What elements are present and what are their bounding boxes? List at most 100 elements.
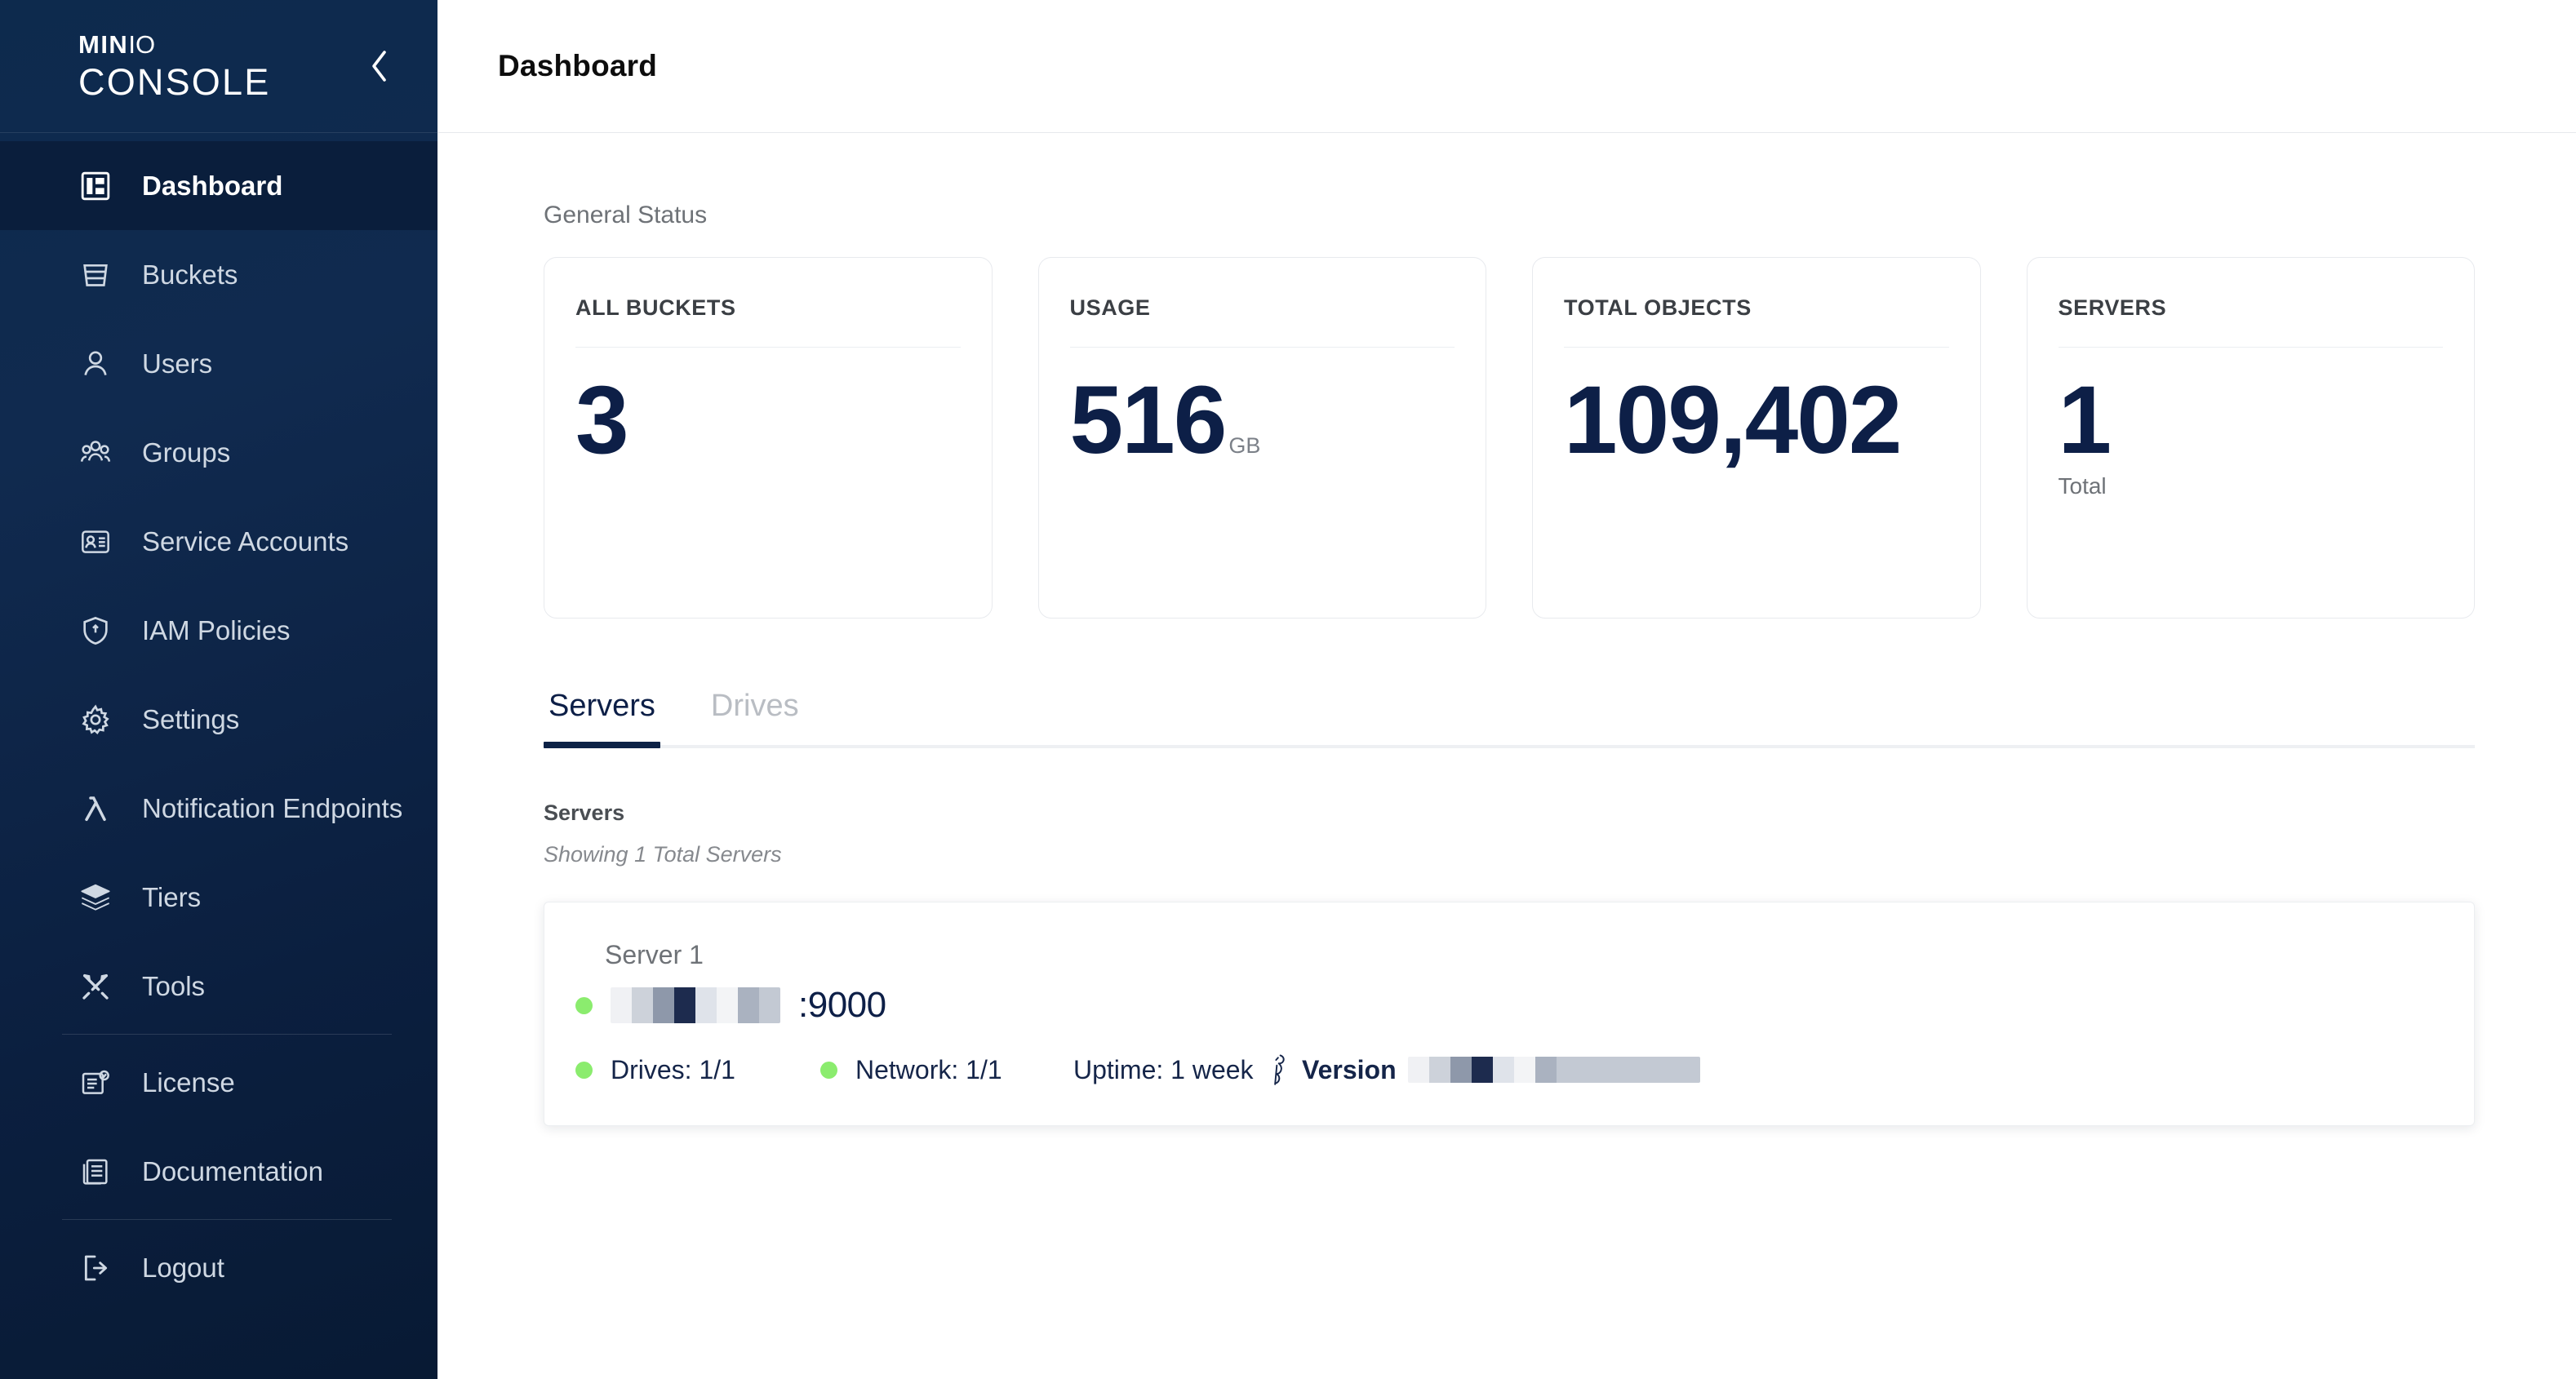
sidebar-item-label: Buckets bbox=[142, 259, 238, 290]
sidebar-item-users[interactable]: Users bbox=[0, 319, 437, 408]
chevron-left-icon bbox=[366, 47, 392, 85]
app-root: MINIO CONSOLE Dashboard Buckets Users Gr… bbox=[0, 0, 2576, 1379]
sidebar-item-dashboard[interactable]: Dashboard bbox=[0, 141, 437, 230]
stat-card-value: 3 bbox=[575, 366, 629, 474]
stat-card-body: 516 GB bbox=[1070, 348, 1455, 480]
tools-icon bbox=[78, 969, 113, 1004]
sidebar: MINIO CONSOLE Dashboard Buckets Users Gr… bbox=[0, 0, 437, 1379]
sidebar-item-label: Notification Endpoints bbox=[142, 792, 403, 823]
general-status-label: General Status bbox=[544, 202, 708, 228]
logo-console-text: CONSOLE bbox=[78, 61, 271, 103]
stat-card-unit: GB bbox=[1228, 433, 1261, 458]
sidebar-item-label: Logout bbox=[142, 1252, 224, 1283]
stat-card-value: 516 bbox=[1069, 366, 1228, 474]
sidebar-item-label: Tiers bbox=[142, 881, 202, 912]
sidebar-divider bbox=[62, 1034, 392, 1035]
uptime-label: Uptime: 1 week bbox=[1073, 1054, 1254, 1084]
stat-card-body: 1 bbox=[2059, 348, 2444, 480]
sidebar-item-service-accounts[interactable]: Service Accounts bbox=[0, 497, 437, 586]
stat-card-value: 1 bbox=[2058, 366, 2112, 474]
bucket-icon bbox=[78, 258, 113, 292]
server-version: Version bbox=[1269, 1053, 1700, 1086]
stat-card-value: 109,402 bbox=[1564, 366, 1903, 474]
minio-bird-icon bbox=[1269, 1053, 1290, 1086]
minio-console-logo: MINIO CONSOLE bbox=[78, 32, 270, 100]
sidebar-item-tiers[interactable]: Tiers bbox=[0, 853, 437, 942]
sidebar-item-groups[interactable]: Groups bbox=[0, 408, 437, 497]
stat-card-title: ALL BUCKETS bbox=[575, 295, 736, 320]
sidebar-item-iam-policies[interactable]: IAM Policies bbox=[0, 586, 437, 675]
drives-status-dot bbox=[575, 1061, 593, 1079]
stat-card-total-objects[interactable]: TOTAL OBJECTS 109,402 bbox=[1532, 257, 1981, 619]
tab-drives[interactable]: Drives bbox=[706, 689, 804, 745]
server-version-redacted bbox=[1407, 1057, 1700, 1083]
sidebar-item-logout[interactable]: Logout bbox=[0, 1223, 437, 1312]
stat-card-servers[interactable]: SERVERS 1 Total bbox=[2026, 257, 2475, 619]
dashboard-icon bbox=[78, 169, 113, 203]
server-name: Server 1 bbox=[605, 940, 704, 969]
sidebar-item-license[interactable]: License bbox=[0, 1038, 437, 1127]
sidebar-item-label: Tools bbox=[142, 970, 206, 1001]
stat-card-title: TOTAL OBJECTS bbox=[1564, 295, 1752, 320]
sidebar-header: MINIO CONSOLE bbox=[0, 0, 437, 133]
sidebar-divider bbox=[62, 1219, 392, 1220]
stat-card-usage[interactable]: USAGE 516 GB bbox=[1037, 257, 1486, 619]
sidebar-item-label: Settings bbox=[142, 703, 240, 734]
gear-icon bbox=[78, 703, 113, 737]
sidebar-item-buckets[interactable]: Buckets bbox=[0, 230, 437, 319]
stat-card-body: 109,402 bbox=[1564, 348, 1949, 480]
main-content: General Status ALL BUCKETS 3 USAGE 516 GB bbox=[437, 133, 2576, 1379]
stat-card-title: USAGE bbox=[1069, 295, 1151, 320]
sidebar-item-documentation[interactable]: Documentation bbox=[0, 1127, 437, 1216]
server-uptime: Uptime: 1 week bbox=[1073, 1055, 1269, 1085]
sidebar-item-label: Dashboard bbox=[142, 170, 283, 201]
lambda-icon bbox=[78, 791, 113, 826]
license-document-icon bbox=[78, 1066, 113, 1100]
layers-icon bbox=[78, 880, 113, 915]
server-drives: Drives: 1/1 bbox=[575, 1055, 820, 1085]
version-label: Version bbox=[1302, 1054, 1397, 1084]
sidebar-item-label: Service Accounts bbox=[142, 525, 349, 556]
groups-icon bbox=[78, 436, 113, 470]
sidebar-item-label: IAM Policies bbox=[142, 614, 291, 645]
id-card-icon bbox=[78, 525, 113, 559]
network-label: Network: 1/1 bbox=[855, 1054, 1002, 1084]
server-status-dot bbox=[575, 996, 593, 1014]
sidebar-item-notification-endpoints[interactable]: Notification Endpoints bbox=[0, 764, 437, 853]
servers-panel-title: Servers bbox=[544, 800, 625, 825]
stat-card-title: SERVERS bbox=[2058, 295, 2167, 320]
sidebar-item-label: Users bbox=[142, 348, 213, 379]
sidebar-item-label: Documentation bbox=[142, 1155, 323, 1186]
stat-card-body: 3 bbox=[575, 348, 961, 480]
top-bar: Dashboard bbox=[437, 0, 2576, 133]
shield-icon bbox=[78, 614, 113, 648]
sidebar-item-settings[interactable]: Settings bbox=[0, 675, 437, 764]
server-host-row: :9000 bbox=[575, 985, 2430, 1026]
server-list-item[interactable]: Server 1 :9000 Drives: 1/1 Network: 1/1 bbox=[544, 902, 2475, 1126]
server-meta-row: Drives: 1/1 Network: 1/1 Uptime: 1 week bbox=[575, 1053, 2430, 1086]
user-icon bbox=[78, 347, 113, 381]
server-host-redacted bbox=[611, 987, 780, 1023]
stat-cards: ALL BUCKETS 3 USAGE 516GB TOTAL OBJECTS bbox=[498, 257, 2475, 619]
sidebar-item-label: Groups bbox=[142, 437, 231, 468]
logout-icon bbox=[78, 1251, 113, 1285]
tabs-container: Servers Drives bbox=[498, 619, 2475, 748]
tab-bar: Servers Drives bbox=[544, 689, 2475, 748]
page-title: Dashboard bbox=[498, 49, 658, 82]
main-area: Dashboard General Status ALL BUCKETS 3 U… bbox=[437, 0, 2576, 1379]
sidebar-item-tools[interactable]: Tools bbox=[0, 942, 437, 1031]
servers-panel-subtitle: Showing 1 Total Servers bbox=[544, 842, 782, 867]
sidebar-item-label: License bbox=[142, 1066, 235, 1097]
logo-minio-text: MINIO bbox=[78, 30, 156, 59]
server-network: Network: 1/1 bbox=[820, 1055, 1073, 1085]
network-status-dot bbox=[820, 1061, 837, 1079]
stat-card-all-buckets[interactable]: ALL BUCKETS 3 bbox=[544, 257, 993, 619]
servers-panel-header: Servers Showing 1 Total Servers bbox=[498, 748, 2475, 867]
stat-card-subtitle: Total bbox=[2058, 472, 2107, 499]
drives-label: Drives: 1/1 bbox=[611, 1054, 735, 1084]
server-port: :9000 bbox=[798, 985, 886, 1025]
documentation-icon bbox=[78, 1155, 113, 1189]
sidebar-nav: Dashboard Buckets Users Groups Service A… bbox=[0, 133, 437, 1379]
tab-servers[interactable]: Servers bbox=[544, 689, 660, 748]
sidebar-collapse-button[interactable] bbox=[356, 43, 402, 89]
